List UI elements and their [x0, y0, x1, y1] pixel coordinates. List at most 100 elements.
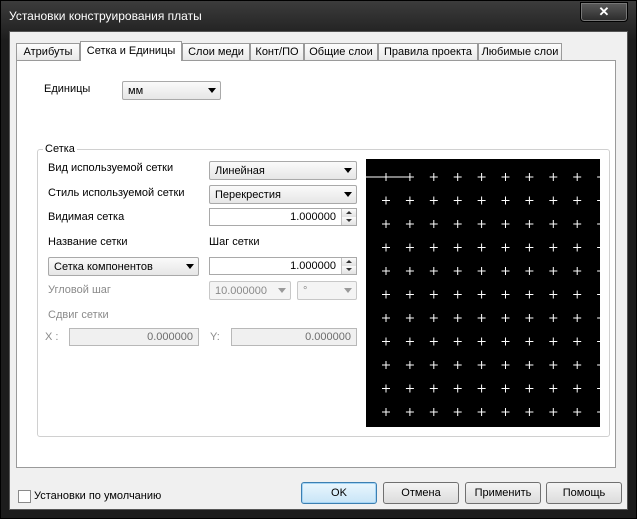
tab-contour[interactable]: Конт/ПО: [250, 43, 304, 60]
grid-cross-mark: [405, 196, 414, 205]
default-settings-checkbox[interactable]: [18, 490, 31, 503]
angle-step-label: Угловой шаг: [48, 284, 111, 296]
grid-cross-mark: [525, 267, 534, 275]
grid-cross-mark: [525, 173, 534, 181]
grid-cross-mark: [429, 243, 438, 252]
grid-cross-mark: [429, 173, 438, 181]
grid-cross-mark: [525, 290, 534, 299]
grid-cross-mark: [573, 337, 582, 346]
spinner-buttons: [341, 258, 356, 274]
grid-name-value: Сетка компонентов: [54, 261, 153, 273]
grid-cross-mark: [501, 243, 510, 252]
grid-cross-mark: [549, 243, 558, 252]
grid-cross-mark: [477, 361, 486, 369]
grid-offset-label: Сдвиг сетки: [48, 309, 109, 321]
ok-button[interactable]: OK: [301, 482, 377, 504]
cancel-button[interactable]: Отмена: [383, 482, 459, 504]
grid-cross-mark: [549, 384, 558, 393]
grid-group-title: Сетка: [43, 143, 77, 155]
grid-cross-mark: [501, 408, 510, 416]
grid-cross-mark: [549, 337, 558, 346]
offset-x-label: X :: [45, 331, 59, 343]
grid-step-value: 1.000000: [290, 260, 336, 272]
grid-style-select[interactable]: Перекрестия: [209, 185, 357, 204]
grid-cross-mark: [453, 173, 462, 181]
grid-cross-mark: [477, 267, 486, 275]
grid-cross-mark: [429, 408, 438, 416]
window-title: Установки конструирования платы: [9, 9, 202, 23]
grid-cross-mark: [382, 290, 390, 299]
grid-cross-mark: [405, 361, 414, 369]
grid-cross-mark: [573, 243, 582, 252]
angle-step-select[interactable]: 10.000000: [209, 281, 291, 300]
tab-common-layers[interactable]: Общие слои: [304, 43, 378, 60]
grid-cross-mark: [525, 408, 534, 416]
dialog-window: Установки конструирования платы ✕ Атрибу…: [0, 0, 637, 519]
grid-type-select[interactable]: Линейная: [209, 161, 357, 180]
grid-cross-mark: [477, 243, 486, 252]
grid-cross-mark: [501, 337, 510, 346]
tab-grid-units[interactable]: Сетка и Единицы: [80, 41, 182, 61]
grid-cross-mark: [525, 243, 534, 252]
grid-cross-mark: [501, 173, 510, 181]
grid-cross-mark: [573, 173, 582, 181]
angle-unit-value: °: [303, 285, 308, 297]
grid-cross-mark: [382, 361, 390, 369]
grid-cross-mark: [477, 290, 486, 299]
offset-x-field[interactable]: 0.000000: [69, 328, 199, 346]
grid-cross-mark: [549, 173, 558, 181]
tab-design-rules[interactable]: Правила проекта: [378, 43, 478, 60]
grid-cross-mark: [525, 314, 534, 322]
grid-cross-mark: [573, 361, 582, 369]
offset-y-value: 0.000000: [305, 331, 351, 343]
tab-favorite-layers[interactable]: Любимые слои: [478, 43, 562, 60]
grid-cross-mark: [382, 337, 390, 346]
grid-cross-mark: [573, 408, 582, 416]
grid-cross-mark: [477, 173, 486, 181]
grid-cross-mark: [453, 408, 462, 416]
grid-cross-mark: [405, 267, 414, 275]
grid-step-spinner[interactable]: 1.000000: [209, 257, 357, 275]
grid-cross-mark: [453, 267, 462, 275]
title-bar[interactable]: Установки конструирования платы ✕: [1, 1, 636, 31]
tab-copper-layers[interactable]: Слои меди: [182, 43, 250, 60]
grid-type-value: Линейная: [215, 165, 265, 177]
grid-cross-mark: [501, 314, 510, 322]
units-label: Единицы: [44, 83, 91, 95]
spinner-buttons: [341, 209, 356, 225]
grid-cross-mark: [453, 220, 462, 228]
chevron-down-icon: [344, 192, 352, 197]
spin-down-icon[interactable]: [342, 217, 356, 225]
apply-button[interactable]: Применить: [465, 482, 541, 504]
spin-down-icon[interactable]: [342, 266, 356, 274]
chevron-down-icon: [344, 288, 352, 293]
offset-y-field[interactable]: 0.000000: [231, 328, 357, 346]
grid-cross-mark: [405, 220, 414, 228]
help-button[interactable]: Помощь: [546, 482, 622, 504]
grid-cross-mark: [597, 364, 600, 366]
grid-cross-mark: [405, 337, 414, 346]
grid-cross-mark: [501, 267, 510, 275]
grid-cross-mark: [597, 270, 600, 272]
grid-cross-mark: [477, 337, 486, 346]
grid-cross-mark: [453, 290, 462, 299]
grid-cross-mark: [501, 384, 510, 393]
grid-cross-mark: [382, 267, 390, 275]
grid-cross-mark: [597, 294, 600, 295]
grid-preview: [366, 159, 600, 427]
angle-unit-select[interactable]: °: [297, 281, 357, 300]
grid-step-label: Шаг сетки: [209, 236, 260, 248]
offset-y-label: Y:: [210, 331, 220, 343]
grid-cross-mark: [597, 317, 600, 319]
visible-grid-spinner[interactable]: 1.000000: [209, 208, 357, 226]
grid-cross-mark: [525, 220, 534, 228]
grid-name-select[interactable]: Сетка компонентов: [48, 257, 199, 276]
grid-cross-mark: [429, 196, 438, 205]
grid-cross-mark: [453, 337, 462, 346]
units-select[interactable]: мм: [122, 81, 221, 100]
grid-cross-mark: [405, 384, 414, 393]
grid-cross-mark: [477, 408, 486, 416]
grid-cross-mark: [597, 247, 600, 248]
close-button[interactable]: ✕: [580, 2, 628, 22]
tab-attributes[interactable]: Атрибуты: [16, 43, 80, 60]
